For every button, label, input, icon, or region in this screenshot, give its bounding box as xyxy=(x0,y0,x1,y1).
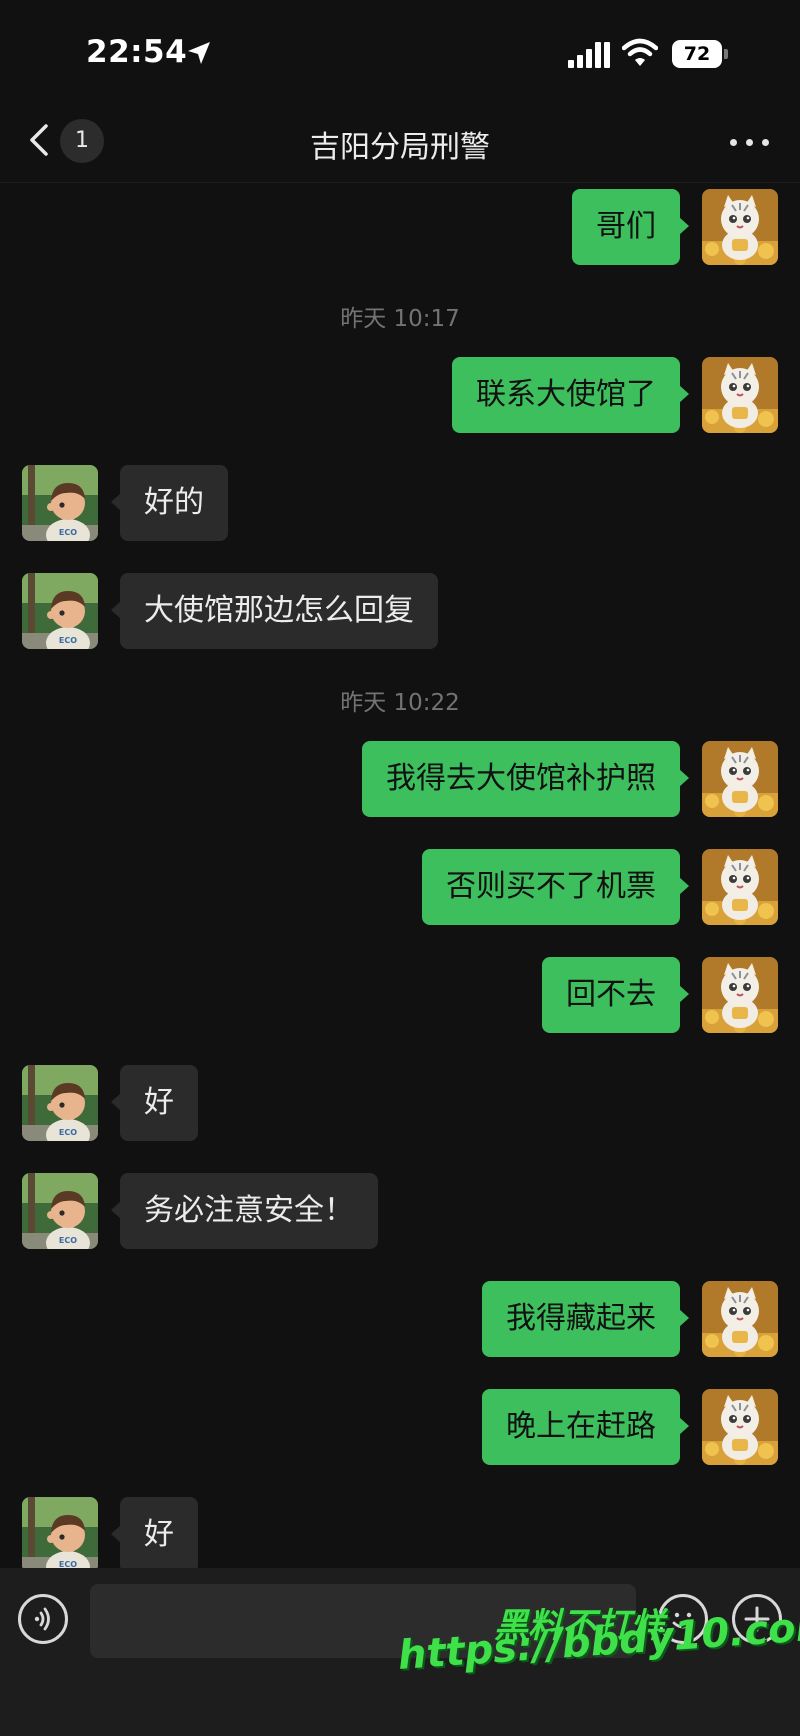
message-row-incoming: ECO 好 xyxy=(0,1065,800,1141)
my-avatar[interactable] xyxy=(702,741,778,817)
message-bubble[interactable]: 哥们 xyxy=(572,189,689,265)
svg-text:ECO: ECO xyxy=(59,636,77,645)
cellular-signal-icon xyxy=(568,42,610,68)
message-bubble[interactable]: 否则买不了机票 xyxy=(422,849,689,925)
message-bubble[interactable]: 我得去大使馆补护照 xyxy=(362,741,689,817)
message-row-outgoing: 哥们 xyxy=(0,189,800,265)
svg-text:ECO: ECO xyxy=(59,1128,77,1137)
message-row-outgoing: 回不去 xyxy=(0,957,800,1033)
message-bubble[interactable]: 务必注意安全！ xyxy=(111,1173,378,1249)
message-row-outgoing: 联系大使馆了 xyxy=(0,357,800,433)
contact-avatar[interactable]: ECO xyxy=(22,465,98,541)
battery-indicator: 72 xyxy=(672,40,722,68)
message-row-outgoing: 否则买不了机票 xyxy=(0,849,800,925)
message-row-incoming: ECO 大使馆那边怎么回复 xyxy=(0,573,800,649)
wifi-icon xyxy=(622,38,658,66)
contact-avatar[interactable]: ECO xyxy=(22,1173,98,1249)
contact-avatar[interactable]: ECO xyxy=(22,573,98,649)
message-row-outgoing: 晚上在赶路 xyxy=(0,1389,800,1465)
chat-header: 1 吉阳分局刑警 xyxy=(0,100,800,183)
message-row-outgoing: 我得去大使馆补护照 xyxy=(0,741,800,817)
message-row-incoming: ECO 好 xyxy=(0,1497,800,1568)
message-bubble[interactable]: 我得藏起来 xyxy=(482,1281,689,1357)
message-row-incoming: ECO 好的 xyxy=(0,465,800,541)
voice-input-icon[interactable] xyxy=(18,1594,68,1644)
battery-tip xyxy=(724,49,728,59)
my-avatar[interactable] xyxy=(702,189,778,265)
message-row-incoming: ECO 务必注意安全！ xyxy=(0,1173,800,1249)
location-arrow-icon xyxy=(188,42,210,64)
message-bubble[interactable]: 好的 xyxy=(111,465,228,541)
message-bubble[interactable]: 大使馆那边怎么回复 xyxy=(111,573,438,649)
message-bubble[interactable]: 联系大使馆了 xyxy=(452,357,689,433)
contact-avatar[interactable]: ECO xyxy=(22,1497,98,1568)
contact-avatar[interactable]: ECO xyxy=(22,1065,98,1141)
message-bubble[interactable]: 回不去 xyxy=(542,957,689,1033)
status-time: 22:54 xyxy=(86,34,188,70)
message-row-outgoing: 我得藏起来 xyxy=(0,1281,800,1357)
my-avatar[interactable] xyxy=(702,1389,778,1465)
svg-text:ECO: ECO xyxy=(59,528,77,537)
my-avatar[interactable] xyxy=(702,1281,778,1357)
timestamp: 昨天 10:22 xyxy=(340,690,460,716)
my-avatar[interactable] xyxy=(702,957,778,1033)
status-bar: 22:54 72 xyxy=(0,0,800,100)
chat-title: 吉阳分局刑警 xyxy=(310,130,490,165)
message-list[interactable]: 哥们 昨天 10:17 联系大使馆了 ECO 好的 ECO 大使馆那边怎么回复 … xyxy=(0,183,800,1568)
svg-text:ECO: ECO xyxy=(59,1236,77,1245)
message-bubble[interactable]: 好 xyxy=(111,1065,198,1141)
message-bubble[interactable]: 晚上在赶路 xyxy=(482,1389,689,1465)
my-avatar[interactable] xyxy=(702,849,778,925)
message-bubble[interactable]: 好 xyxy=(111,1497,198,1568)
svg-text:ECO: ECO xyxy=(59,1560,77,1568)
my-avatar[interactable] xyxy=(702,357,778,433)
timestamp: 昨天 10:17 xyxy=(340,306,460,332)
more-options-icon[interactable] xyxy=(728,136,772,148)
